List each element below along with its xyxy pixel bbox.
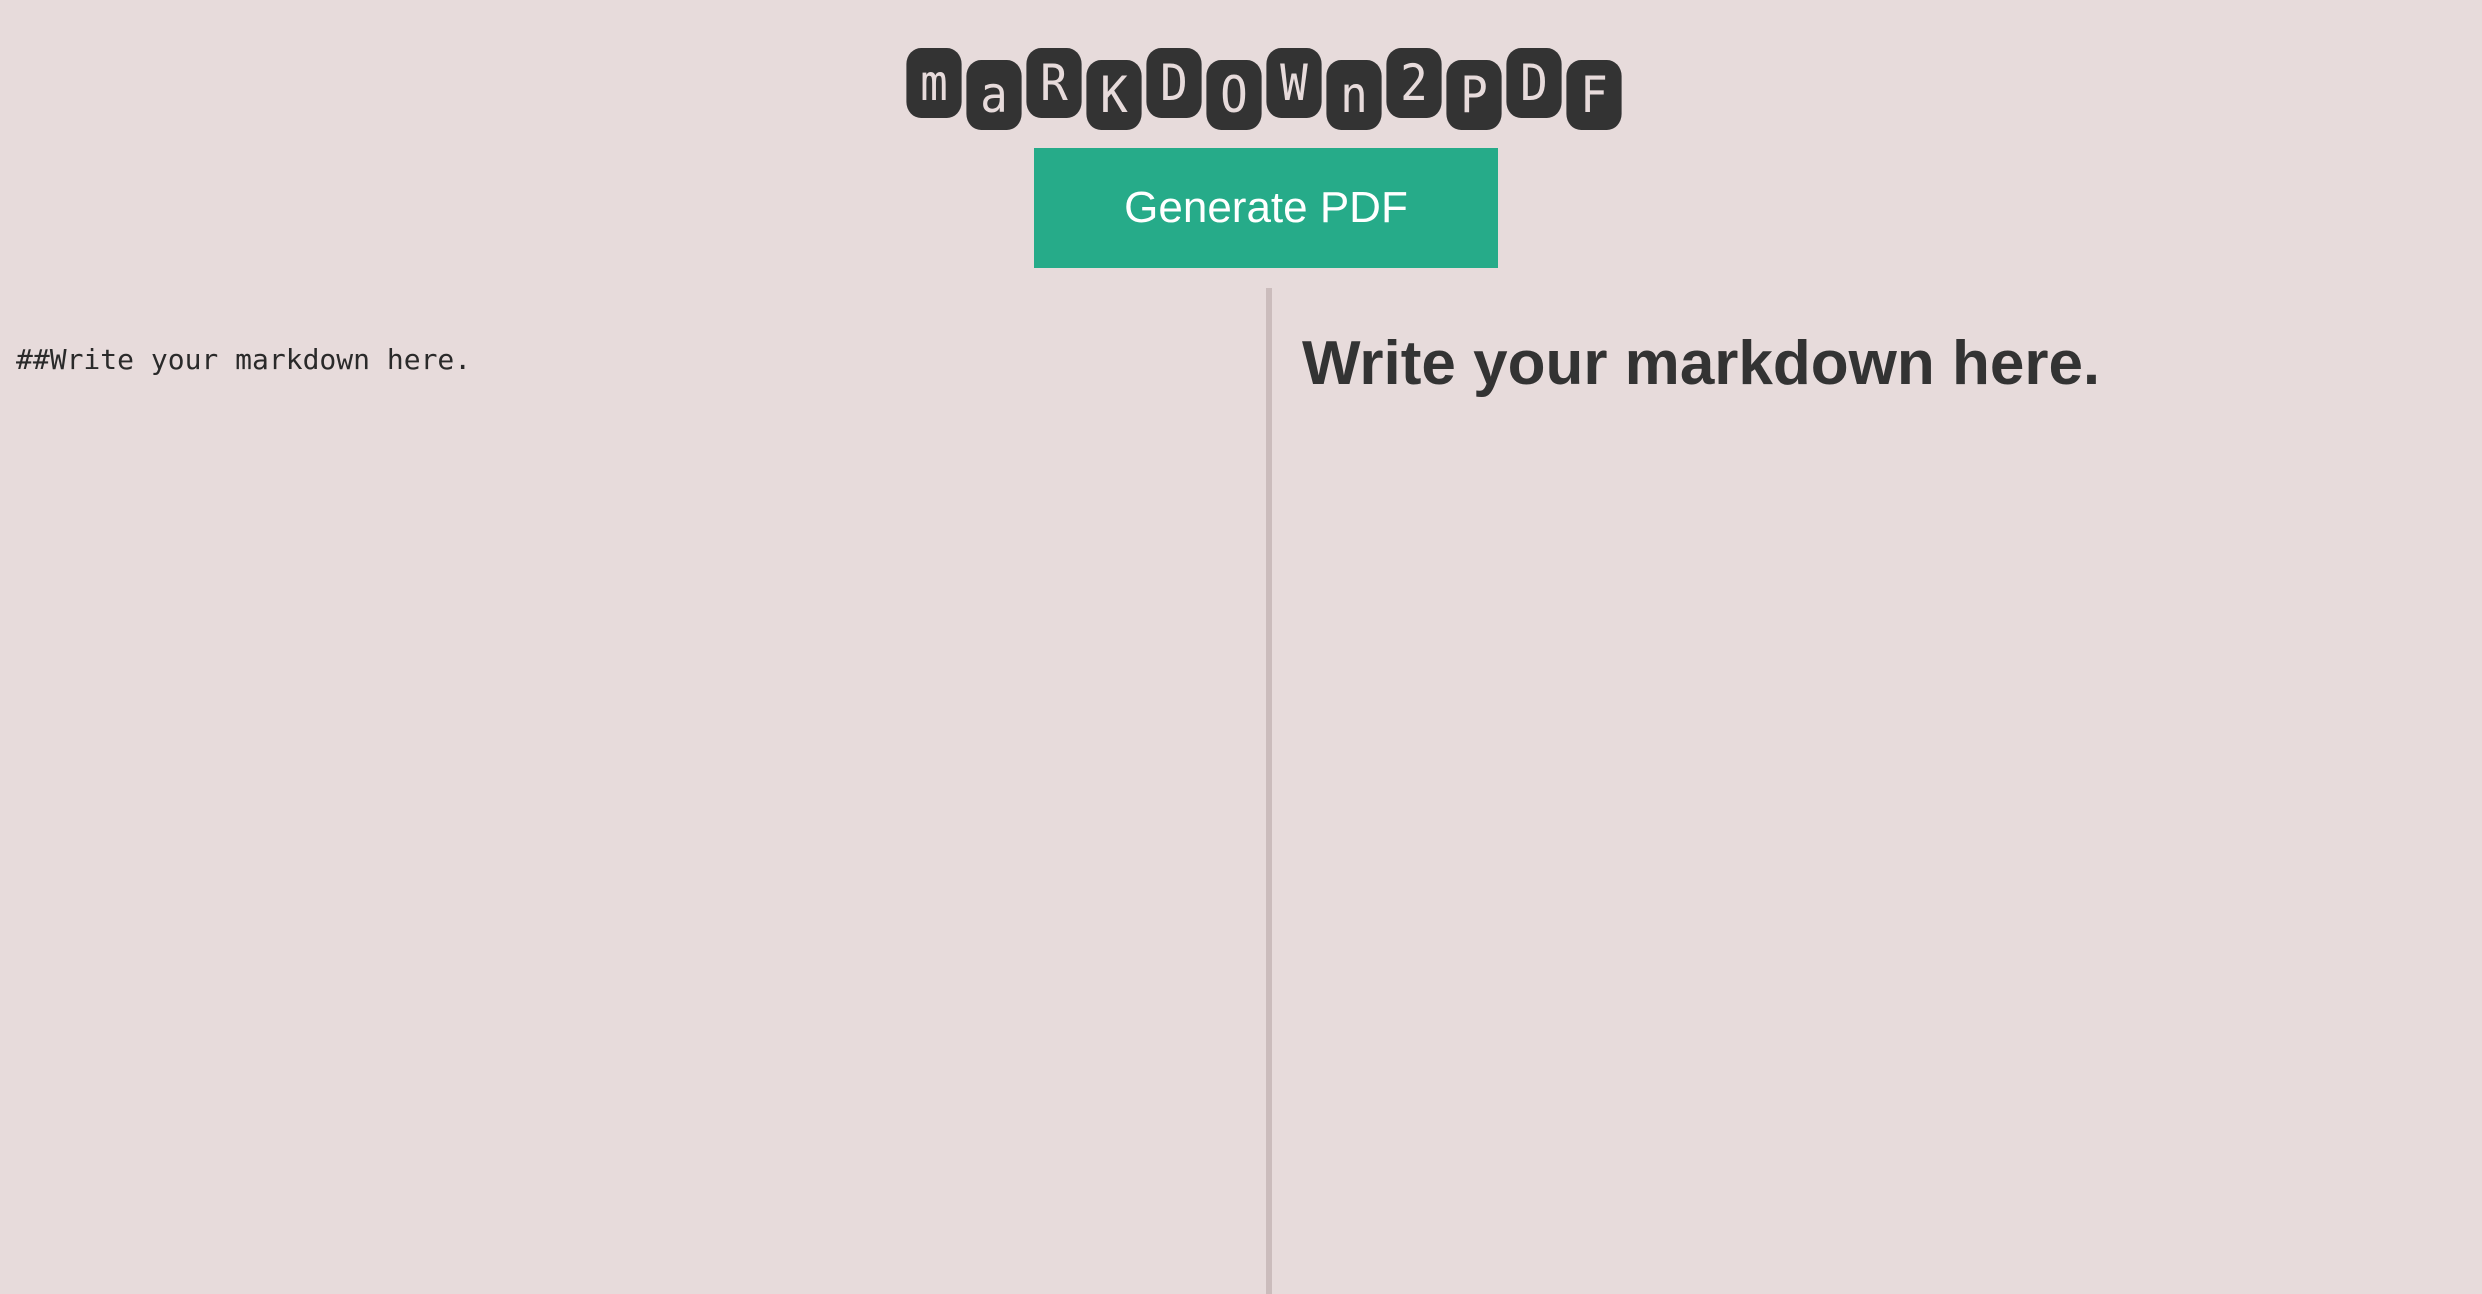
logo-letter: D — [1146, 48, 1202, 118]
logo-letter: 2 — [1386, 48, 1442, 118]
logo-letter: O — [1206, 60, 1262, 130]
logo-letter: R — [1026, 48, 1082, 118]
logo-letter: m — [906, 48, 962, 118]
logo-letter: P — [1446, 60, 1502, 130]
logo-letter: D — [1506, 48, 1562, 118]
generate-pdf-button[interactable]: Generate PDF — [1034, 148, 1498, 268]
logo-letter: a — [966, 60, 1022, 130]
logo-letter: F — [1566, 60, 1622, 130]
preview-pane: Write your markdown here. — [1272, 288, 2482, 1294]
preview-heading: Write your markdown here. — [1302, 329, 2101, 398]
logo-letter: K — [1086, 60, 1142, 130]
header: m a R K D O W n 2 P D F Generate PDF — [0, 0, 2482, 288]
markdown-editor-pane — [0, 288, 1266, 1294]
app-logo: m a R K D O W n 2 P D F — [904, 48, 1624, 130]
logo-letter: n — [1326, 60, 1382, 130]
markdown-input[interactable] — [0, 288, 1266, 1294]
logo-letter: W — [1266, 48, 1322, 118]
